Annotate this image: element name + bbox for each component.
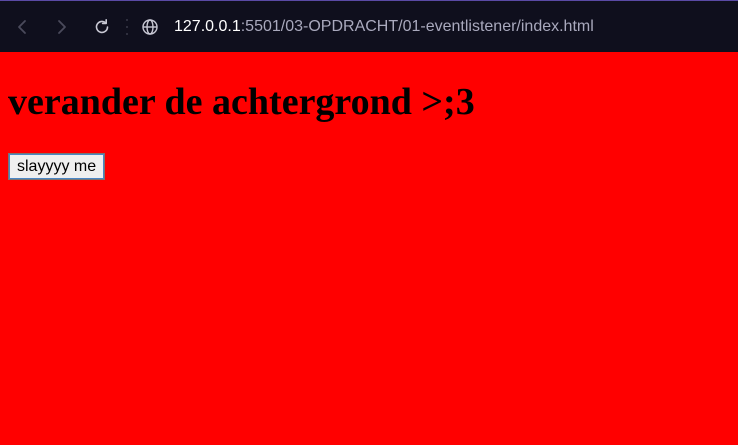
reload-button[interactable] [82,7,122,47]
browser-toolbar: 127.0.0.1:5501/03-OPDRACHT/01-eventliste… [0,0,738,52]
url-host: 127.0.0.1 [174,17,241,35]
url-path: :5501/03-OPDRACHT/01-eventlistener/index… [240,17,594,35]
toolbar-separator [126,18,128,35]
globe-icon [142,18,158,35]
page-content: verander de achtergrond >;3 slayyyy me [0,52,738,445]
url-text[interactable]: 127.0.0.1:5501/03-OPDRACHT/01-eventliste… [174,18,594,36]
forward-button[interactable] [42,7,82,47]
back-button[interactable] [2,7,42,47]
forward-arrow-icon [58,19,66,34]
back-arrow-icon [18,19,26,34]
address-bar[interactable]: 127.0.0.1:5501/03-OPDRACHT/01-eventliste… [136,7,594,47]
page-heading: verander de achtergrond >;3 [8,81,475,123]
slay-button[interactable]: slayyyy me [8,153,106,180]
reload-icon [95,18,109,33]
